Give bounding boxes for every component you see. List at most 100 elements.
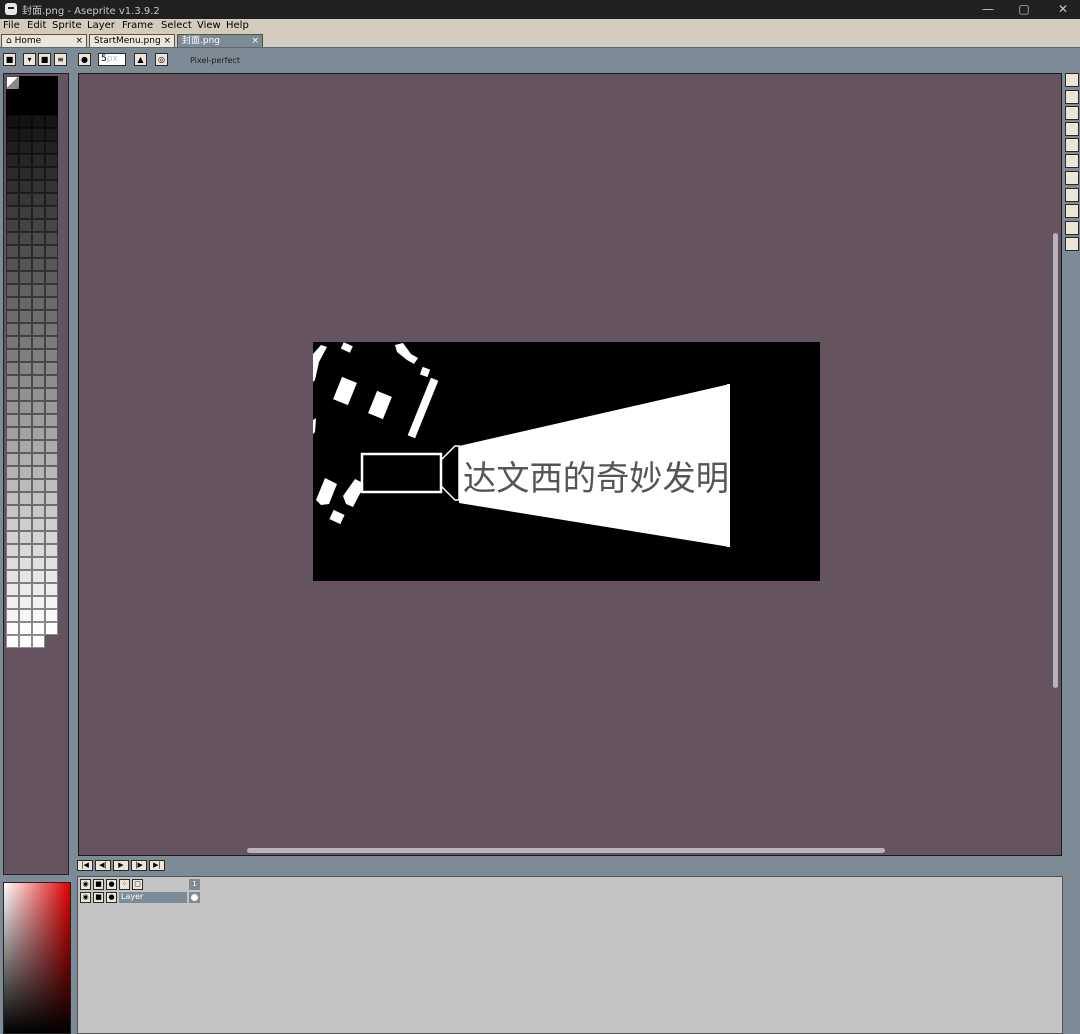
palette-swatch[interactable] <box>32 583 45 596</box>
palette-swatch[interactable] <box>32 635 45 648</box>
palette-swatch[interactable] <box>45 154 58 167</box>
close-tab-icon[interactable]: × <box>251 35 259 47</box>
palette-swatch[interactable] <box>32 531 45 544</box>
layer-name[interactable]: Layer <box>119 892 187 903</box>
palette-swatch[interactable] <box>6 440 19 453</box>
palette-swatch[interactable] <box>45 466 58 479</box>
palette-swatch[interactable] <box>32 466 45 479</box>
palette-swatch[interactable] <box>32 193 45 206</box>
palette-swatch[interactable] <box>45 76 58 89</box>
palette-swatch[interactable] <box>19 518 32 531</box>
palette-swatch[interactable] <box>19 414 32 427</box>
palette-swatch[interactable] <box>6 297 19 310</box>
palette-swatch[interactable] <box>19 427 32 440</box>
tab-home[interactable]: ⌂ Home × <box>1 34 87 47</box>
palette-swatch[interactable] <box>32 492 45 505</box>
palette-swatch[interactable] <box>6 635 19 648</box>
marquee-tool-icon[interactable] <box>1065 73 1079 87</box>
palette-swatch[interactable] <box>19 115 32 128</box>
menu-select[interactable]: Select <box>161 20 192 31</box>
menu-frame[interactable]: Frame <box>122 20 153 31</box>
palette-swatch[interactable] <box>32 258 45 271</box>
palette-swatch[interactable] <box>45 336 58 349</box>
palette-swatch[interactable] <box>6 427 19 440</box>
palette-swatch[interactable] <box>19 570 32 583</box>
palette-swatch[interactable] <box>19 453 32 466</box>
visibility-header-icon[interactable]: ◉ <box>80 879 91 890</box>
palette-swatch[interactable] <box>45 297 58 310</box>
lock-alpha-button[interactable]: ■ <box>3 53 16 66</box>
layer-continuous-icon[interactable]: ● <box>106 892 117 903</box>
palette-swatch[interactable] <box>19 583 32 596</box>
palette-swatch[interactable] <box>45 167 58 180</box>
zoom-tool-icon[interactable] <box>1065 138 1079 152</box>
palette-swatch[interactable] <box>19 102 32 115</box>
palette-swatch[interactable] <box>45 505 58 518</box>
palette-swatch[interactable] <box>19 531 32 544</box>
menu-view[interactable]: View <box>197 20 221 31</box>
menu-edit[interactable]: Edit <box>27 20 46 31</box>
palette-swatch[interactable] <box>32 310 45 323</box>
palette-swatch[interactable] <box>6 505 19 518</box>
color-palette[interactable] <box>3 73 69 875</box>
palette-swatch[interactable] <box>32 245 45 258</box>
palette-swatch[interactable] <box>45 128 58 141</box>
palette-swatch[interactable] <box>6 115 19 128</box>
palette-swatch[interactable] <box>19 349 32 362</box>
palette-swatch[interactable] <box>19 141 32 154</box>
palette-swatch[interactable] <box>19 232 32 245</box>
palette-swatch[interactable] <box>45 193 58 206</box>
palette-swatch[interactable] <box>32 609 45 622</box>
palette-swatch[interactable] <box>19 479 32 492</box>
palette-swatch[interactable] <box>19 206 32 219</box>
palette-swatch[interactable] <box>32 115 45 128</box>
palette-swatch[interactable] <box>19 362 32 375</box>
menu-file[interactable]: File <box>3 20 20 31</box>
palette-swatch[interactable] <box>6 336 19 349</box>
palette-swatch[interactable] <box>32 167 45 180</box>
palette-swatch[interactable] <box>32 570 45 583</box>
palette-swatch[interactable] <box>32 401 45 414</box>
palette-swatch[interactable] <box>19 596 32 609</box>
cel-frame-1[interactable] <box>189 892 200 903</box>
palette-swatch[interactable] <box>45 349 58 362</box>
ink-type-button[interactable]: ▲ <box>134 53 147 66</box>
palette-swatch[interactable] <box>19 310 32 323</box>
palette-swatch[interactable] <box>45 362 58 375</box>
palette-swatch[interactable] <box>6 180 19 193</box>
palette-swatch[interactable] <box>6 258 19 271</box>
eraser-tool-icon[interactable] <box>1065 106 1079 120</box>
palette-swatch[interactable] <box>45 245 58 258</box>
palette-swatch[interactable] <box>45 232 58 245</box>
palette-swatch[interactable] <box>6 375 19 388</box>
palette-swatch[interactable] <box>6 271 19 284</box>
palette-swatch[interactable] <box>6 245 19 258</box>
palette-swatch[interactable] <box>19 258 32 271</box>
palette-swatch[interactable] <box>32 362 45 375</box>
palette-swatch[interactable] <box>45 401 58 414</box>
next-frame-button[interactable]: |▶ <box>131 860 147 871</box>
palette-swatch[interactable] <box>32 219 45 232</box>
palette-swatch[interactable] <box>19 635 32 648</box>
palette-swatch[interactable] <box>6 232 19 245</box>
palette-swatch[interactable] <box>6 596 19 609</box>
palette-swatch[interactable] <box>45 284 58 297</box>
palette-swatch[interactable] <box>45 427 58 440</box>
palette-swatch[interactable] <box>19 466 32 479</box>
palette-swatch[interactable] <box>32 206 45 219</box>
palette-swatch[interactable] <box>45 440 58 453</box>
palette-swatch[interactable] <box>6 609 19 622</box>
menu-help[interactable]: Help <box>226 20 249 31</box>
layer-lock-icon[interactable]: ■ <box>93 892 104 903</box>
palette-swatch[interactable] <box>32 544 45 557</box>
palette-swatch[interactable] <box>6 583 19 596</box>
palette-swatch[interactable] <box>45 271 58 284</box>
palette-swatch[interactable] <box>32 232 45 245</box>
move-tool-icon[interactable] <box>1065 154 1079 168</box>
vertical-scrollbar[interactable] <box>1053 233 1058 688</box>
palette-swatch[interactable] <box>32 102 45 115</box>
palette-swatch[interactable] <box>45 609 58 622</box>
palette-swatch[interactable] <box>19 609 32 622</box>
palette-swatch[interactable] <box>32 284 45 297</box>
palette-swatch[interactable] <box>19 128 32 141</box>
